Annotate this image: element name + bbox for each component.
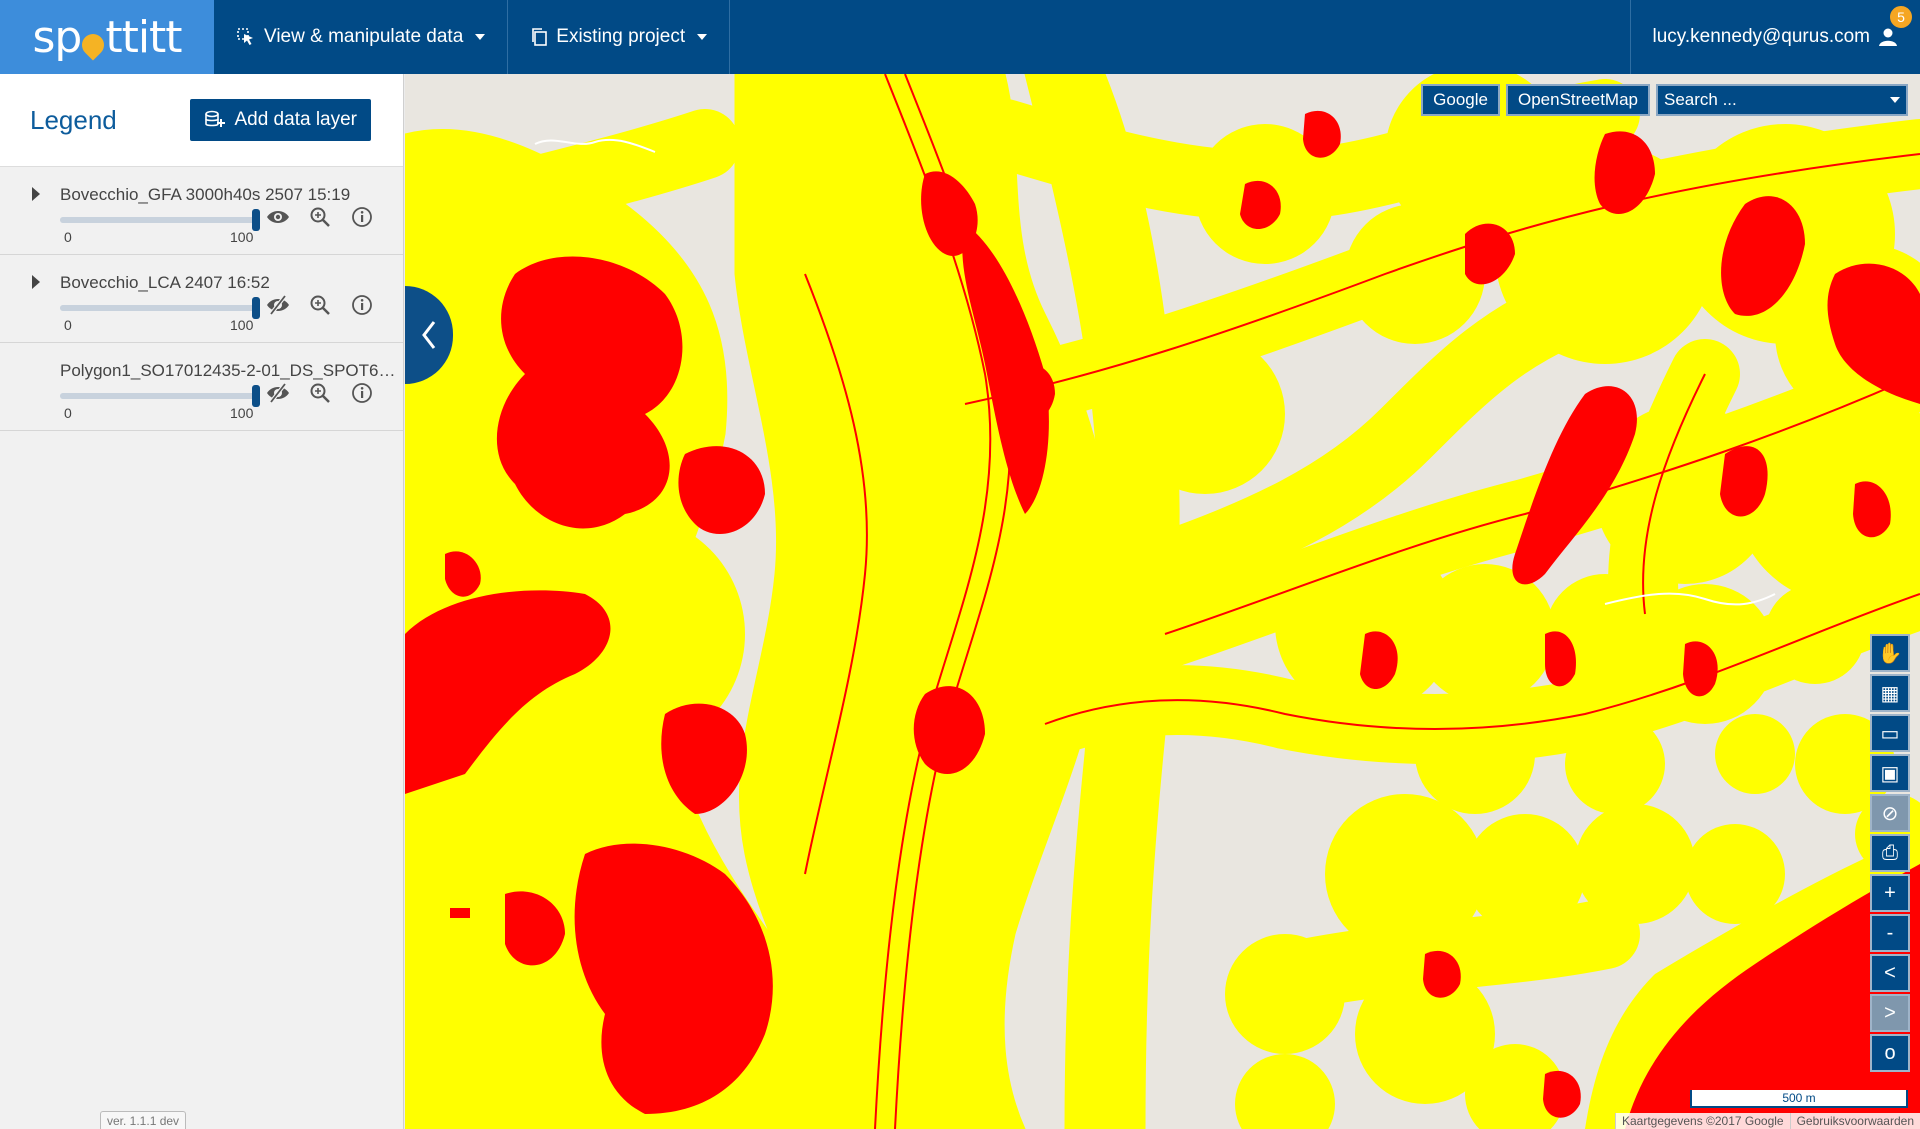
version-label: ver. 1.1.1 dev (100, 1111, 187, 1129)
map-raster-layers (405, 74, 1920, 1129)
chevron-down-icon (1890, 97, 1900, 103)
print-tool-button[interactable]: ⎙ (1870, 834, 1910, 872)
pan-hand-tool-button[interactable]: ✋ (1870, 634, 1910, 672)
chevron-down-icon (475, 34, 486, 40)
zoom-out-icon: - (1886, 921, 1894, 944)
layer-list: Bovecchio_GFA 3000h40s 2507 15:19 0 100 … (0, 167, 403, 431)
expand-caret-icon[interactable] (32, 187, 40, 201)
brand-name: sp ttitt (32, 11, 182, 63)
opacity-slider-fill (60, 305, 256, 311)
measure-area-tool-button[interactable]: ▦ (1870, 674, 1910, 712)
visibility-off-icon[interactable] (266, 293, 290, 317)
map-top-controls: Google OpenStreetMap Search ... (1421, 84, 1908, 116)
opacity-min-label: 0 (64, 405, 72, 421)
chevron-left-icon (422, 321, 436, 349)
layer-name: Bovecchio_GFA 3000h40s 2507 15:19 (60, 185, 351, 204)
terms-link[interactable]: Gebruiksvoorwaarden (1789, 1113, 1920, 1129)
opacity-slider[interactable] (60, 209, 260, 231)
layer-info-icon[interactable] (350, 293, 374, 317)
user-icon (1879, 28, 1897, 46)
measure-area-icon: ▦ (1880, 682, 1900, 705)
opacity-slider-fill (60, 393, 256, 399)
google-basemap-button[interactable]: Google (1421, 84, 1500, 116)
next-view-tool-button[interactable]: > (1870, 994, 1910, 1032)
previous-view-tool-button[interactable]: < (1870, 954, 1910, 992)
layer-name: Bovecchio_LCA 2407 16:52 (60, 273, 270, 292)
zoom-in-icon: + (1884, 881, 1896, 904)
opacity-slider-handle[interactable] (252, 209, 260, 231)
ruler-tool-button[interactable]: ▭ (1870, 714, 1910, 752)
attribution-text: Kaartgegevens ©2017 Google (1614, 1113, 1790, 1129)
previous-view-icon: < (1884, 961, 1896, 984)
legend-sidebar: Legend Add data layer Bovecchio_GFA 3000… (0, 74, 404, 1129)
expand-caret-icon[interactable] (32, 275, 40, 289)
map-toolbar: ✋ ▦ ▭ ▣ ⊘ ⎙ + - < > o (1870, 634, 1910, 1072)
user-menu[interactable]: lucy.kennedy@qurus.com 5 (1629, 0, 1920, 74)
chevron-down-icon (697, 34, 708, 40)
pan-hand-icon: ✋ (1877, 642, 1903, 665)
opacity-min-label: 0 (64, 317, 72, 333)
image-icon: ▣ (1880, 762, 1900, 785)
top-navbar: sp ttitt View & manipulate data Existing … (0, 0, 1920, 74)
map-search-dropdown[interactable]: Search ... (1656, 84, 1908, 116)
opacity-slider-fill (60, 217, 256, 223)
visibility-off-icon[interactable] (266, 381, 290, 405)
add-layer-icon (205, 110, 226, 127)
map-canvas[interactable] (405, 74, 1920, 1129)
map-attribution: Kaartgegevens ©2017 Google Gebruiksvoorw… (1614, 1113, 1920, 1129)
existing-project-label: Existing project (556, 26, 686, 47)
layer-info-icon[interactable] (350, 381, 374, 405)
image-tool-button[interactable]: ▣ (1870, 754, 1910, 792)
layer-item: Bovecchio_GFA 3000h40s 2507 15:19 0 100 (0, 167, 403, 255)
zoom-to-layer-icon[interactable] (308, 381, 332, 405)
legend-title: Legend (30, 104, 117, 135)
print-icon: ⎙ (1882, 841, 1898, 864)
user-email: lucy.kennedy@qurus.com (1652, 26, 1870, 47)
layer-info-icon[interactable] (350, 205, 374, 229)
cursor-select-icon (237, 28, 253, 45)
opacity-slider[interactable] (60, 385, 260, 407)
brand-logo[interactable]: sp ttitt (0, 0, 214, 74)
opacity-max-label: 100 (230, 229, 254, 245)
opacity-max-label: 100 (230, 405, 254, 421)
reset-view-tool-button[interactable]: o (1870, 1034, 1910, 1072)
legend-header: Legend Add data layer (0, 74, 403, 167)
copy-documents-icon (532, 28, 548, 46)
reset-view-icon: o (1884, 1041, 1896, 1064)
clear-tool-button[interactable]: ⊘ (1870, 794, 1910, 832)
clear-icon: ⊘ (1881, 802, 1899, 825)
zoom-out-tool-button[interactable]: - (1870, 914, 1910, 952)
map-search-placeholder: Search ... (1664, 90, 1737, 109)
opacity-slider-handle[interactable] (252, 385, 260, 407)
view-manipulate-label: View & manipulate data (264, 26, 464, 47)
visibility-eye-icon[interactable] (266, 205, 290, 229)
opacity-slider[interactable] (60, 297, 260, 319)
ruler-icon: ▭ (1880, 722, 1900, 745)
layer-name: Polygon1_SO17012435-2-01_DS_SPOT6_201704 (60, 361, 402, 380)
openstreetmap-basemap-button[interactable]: OpenStreetMap (1505, 84, 1650, 116)
view-manipulate-menu[interactable]: View & manipulate data (214, 0, 509, 74)
add-data-layer-button[interactable]: Add data layer (190, 99, 371, 141)
next-view-icon: > (1884, 1001, 1896, 1024)
existing-project-menu[interactable]: Existing project (508, 0, 731, 74)
notification-badge[interactable]: 5 (1888, 4, 1914, 30)
zoom-to-layer-icon[interactable] (308, 205, 332, 229)
add-data-layer-label: Add data layer (234, 109, 357, 130)
layer-item: Bovecchio_LCA 2407 16:52 0 100 (0, 255, 403, 343)
layer-item: Polygon1_SO17012435-2-01_DS_SPOT6_201704… (0, 343, 403, 431)
zoom-to-layer-icon[interactable] (308, 293, 332, 317)
zoom-in-tool-button[interactable]: + (1870, 874, 1910, 912)
scale-bar: 500 m (1690, 1090, 1908, 1108)
opacity-max-label: 100 (230, 317, 254, 333)
opacity-min-label: 0 (64, 229, 72, 245)
location-pin-icon (77, 28, 109, 61)
opacity-slider-handle[interactable] (252, 297, 260, 319)
